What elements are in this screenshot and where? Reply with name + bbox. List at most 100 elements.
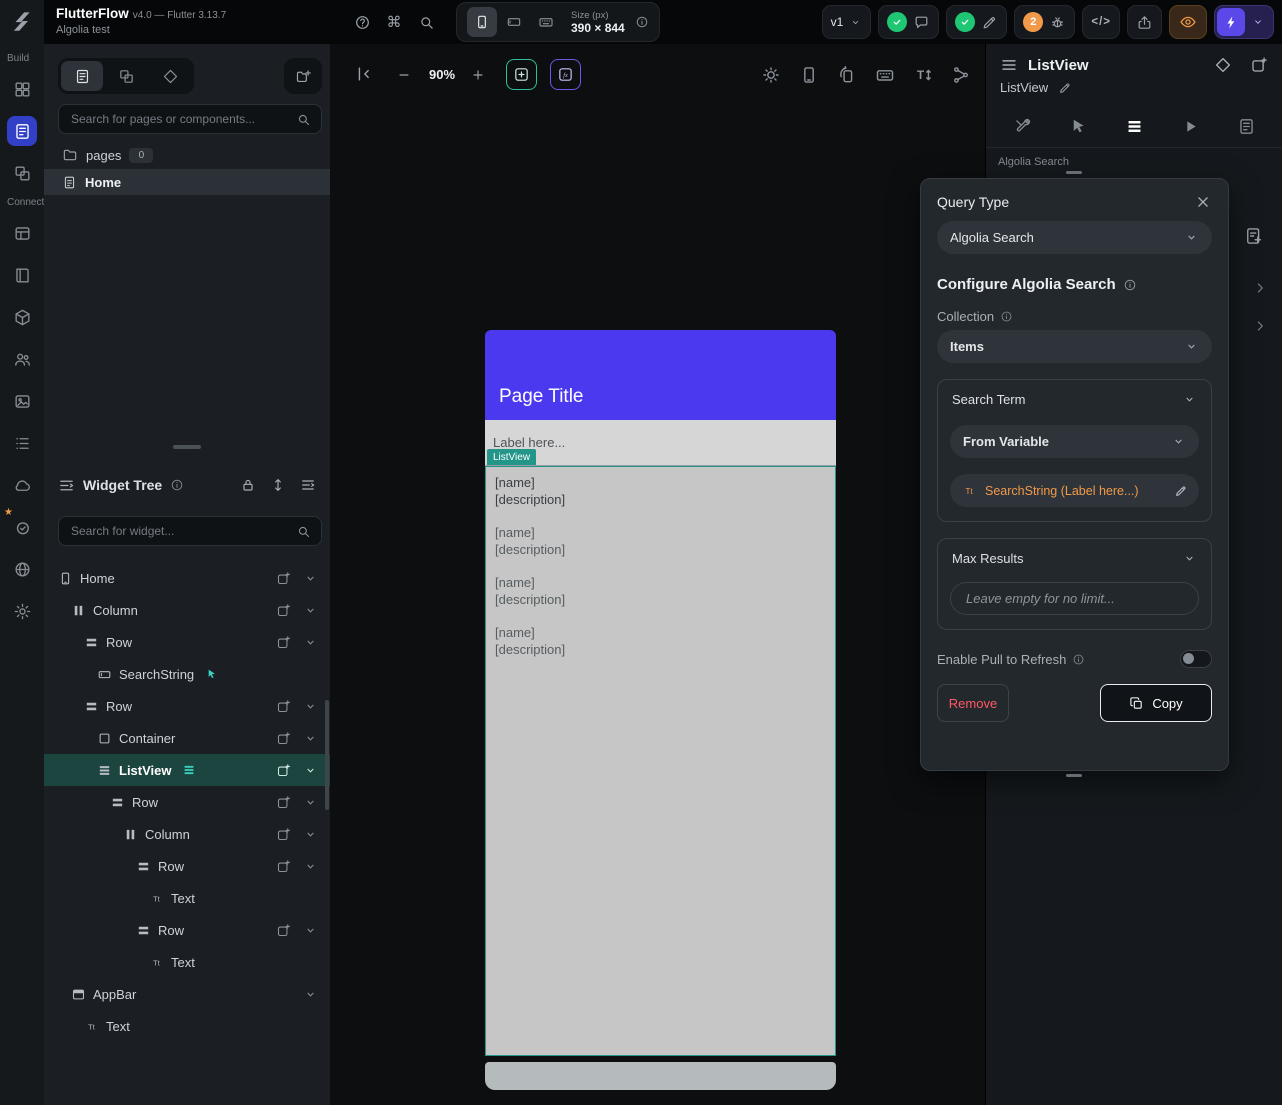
zoom-level[interactable]: 90% <box>418 67 466 82</box>
expand-all-icon[interactable] <box>270 477 286 493</box>
lock-icon[interactable] <box>240 477 256 493</box>
add-query-icon[interactable] <box>1244 226 1264 246</box>
dialog-resize-handle[interactable] <box>1066 774 1082 777</box>
app-checks-icon[interactable]: ★ <box>7 512 37 542</box>
new-folder-button[interactable] <box>284 58 322 94</box>
rename-pencil-icon[interactable] <box>1058 81 1072 95</box>
tree-node-row[interactable]: Row <box>44 850 330 882</box>
users-icon[interactable] <box>7 344 37 374</box>
rotate-device-icon[interactable] <box>837 65 857 85</box>
tree-node-row[interactable]: Row <box>44 690 330 722</box>
settings-icon[interactable] <box>7 596 37 626</box>
collapse-list-icon[interactable] <box>300 477 316 493</box>
info-icon[interactable] <box>1000 310 1013 323</box>
widget-search-input[interactable] <box>69 523 296 539</box>
storyboard-icon[interactable] <box>7 74 37 104</box>
help-button[interactable] <box>350 10 374 34</box>
preview-button[interactable] <box>1169 5 1207 39</box>
page-selector-icon[interactable] <box>7 116 37 146</box>
collapse-panel-button[interactable] <box>354 64 374 84</box>
tree-node-home[interactable]: Home <box>44 562 330 594</box>
bug-icon[interactable] <box>1049 14 1066 31</box>
node-collapse-caret[interactable] <box>303 795 318 810</box>
tree-node-column[interactable]: Column <box>44 594 330 626</box>
custom-code-mode-button[interactable] <box>550 59 581 90</box>
global-search-button[interactable] <box>414 10 438 34</box>
dialog-resize-handle[interactable] <box>1066 171 1082 174</box>
sidebar-scrollbar[interactable] <box>325 700 329 810</box>
page-item-home[interactable]: Home <box>44 169 330 195</box>
node-collapse-caret[interactable] <box>303 763 318 778</box>
integrations-icon[interactable] <box>7 302 37 332</box>
pages-folder-row[interactable]: pages 0 <box>44 143 330 167</box>
components-tab[interactable] <box>105 61 147 91</box>
query-type-dropdown[interactable]: Algolia Search <box>937 221 1212 254</box>
info-icon[interactable] <box>170 478 184 492</box>
pages-tab[interactable] <box>61 61 103 91</box>
node-collapse-caret[interactable] <box>303 699 318 714</box>
share-button[interactable] <box>1127 5 1162 39</box>
node-collapse-caret[interactable] <box>303 635 318 650</box>
localization-icon[interactable] <box>7 554 37 584</box>
light-mode-icon[interactable] <box>761 65 781 85</box>
comments-icon[interactable] <box>913 14 930 31</box>
panel-splitter-handle[interactable] <box>173 445 201 449</box>
flutterflow-logo-icon[interactable] <box>9 8 35 34</box>
database-icon[interactable] <box>7 218 37 248</box>
search-term-header[interactable]: Search Term <box>950 392 1199 407</box>
edit-pencil-icon[interactable] <box>1174 484 1188 498</box>
add-child-widget-button[interactable] <box>276 859 291 874</box>
api-docs-icon[interactable] <box>7 260 37 290</box>
mock-listview[interactable]: [name][description][name][description][n… <box>485 466 836 1056</box>
tab-actions[interactable] <box>1060 109 1096 145</box>
max-results-header[interactable]: Max Results <box>950 551 1199 566</box>
theme-widgets-tab[interactable] <box>149 61 191 91</box>
node-collapse-caret[interactable] <box>303 987 318 1002</box>
add-child-widget-button[interactable] <box>276 571 291 586</box>
panel-menu-icon[interactable] <box>1000 56 1018 74</box>
node-collapse-caret[interactable] <box>303 603 318 618</box>
info-icon[interactable] <box>1072 653 1085 666</box>
check-status-icon[interactable] <box>887 12 907 32</box>
node-collapse-caret[interactable] <box>303 731 318 746</box>
text-scale-icon[interactable] <box>913 65 933 85</box>
add-child-widget-button[interactable] <box>276 635 291 650</box>
app-values-icon[interactable] <box>7 428 37 458</box>
add-child-widget-button[interactable] <box>276 731 291 746</box>
add-child-widget-button[interactable] <box>276 763 291 778</box>
variable-value-chip[interactable]: SearchString (Label here...) <box>950 474 1199 507</box>
pull-to-refresh-toggle[interactable] <box>1180 650 1212 668</box>
command-palette-button[interactable]: ⌘ <box>382 10 406 34</box>
tree-node-text[interactable]: Text <box>44 1010 330 1042</box>
widget-flow-icon[interactable] <box>951 65 971 85</box>
run-options-caret[interactable] <box>1251 15 1265 29</box>
collection-dropdown[interactable]: Items <box>937 330 1212 363</box>
theme-diamond-icon[interactable] <box>1214 56 1232 74</box>
collapse-section-chevron[interactable] <box>1252 318 1268 334</box>
pages-search-input[interactable] <box>69 111 296 127</box>
cloud-functions-icon[interactable] <box>7 470 37 500</box>
add-child-widget-button[interactable] <box>276 827 291 842</box>
tree-node-column[interactable]: Column <box>44 818 330 850</box>
add-child-widget-button[interactable] <box>276 699 291 714</box>
max-results-input[interactable] <box>964 590 1185 607</box>
tree-node-row[interactable]: Row <box>44 914 330 946</box>
node-collapse-caret[interactable] <box>303 827 318 842</box>
device-preview-icon[interactable] <box>799 65 819 85</box>
add-widget-icon[interactable] <box>1250 56 1268 74</box>
device-tablet-button[interactable] <box>499 7 529 37</box>
tree-node-searchstring[interactable]: SearchString <box>44 658 330 690</box>
add-child-widget-button[interactable] <box>276 795 291 810</box>
device-phone-button[interactable] <box>467 7 497 37</box>
zoom-out-button[interactable] <box>396 67 412 83</box>
view-code-button[interactable]: </> <box>1082 5 1120 39</box>
tab-generated-code[interactable] <box>1228 109 1264 145</box>
tab-backend-query[interactable] <box>1116 109 1152 145</box>
node-collapse-caret[interactable] <box>303 923 318 938</box>
tree-node-row[interactable]: Row <box>44 786 330 818</box>
tree-node-appbar[interactable]: AppBar <box>44 978 330 1010</box>
collapse-section-chevron[interactable] <box>1252 280 1268 296</box>
components-icon[interactable] <box>7 158 37 188</box>
tab-properties[interactable] <box>1004 109 1040 145</box>
remove-button[interactable]: Remove <box>937 684 1009 722</box>
